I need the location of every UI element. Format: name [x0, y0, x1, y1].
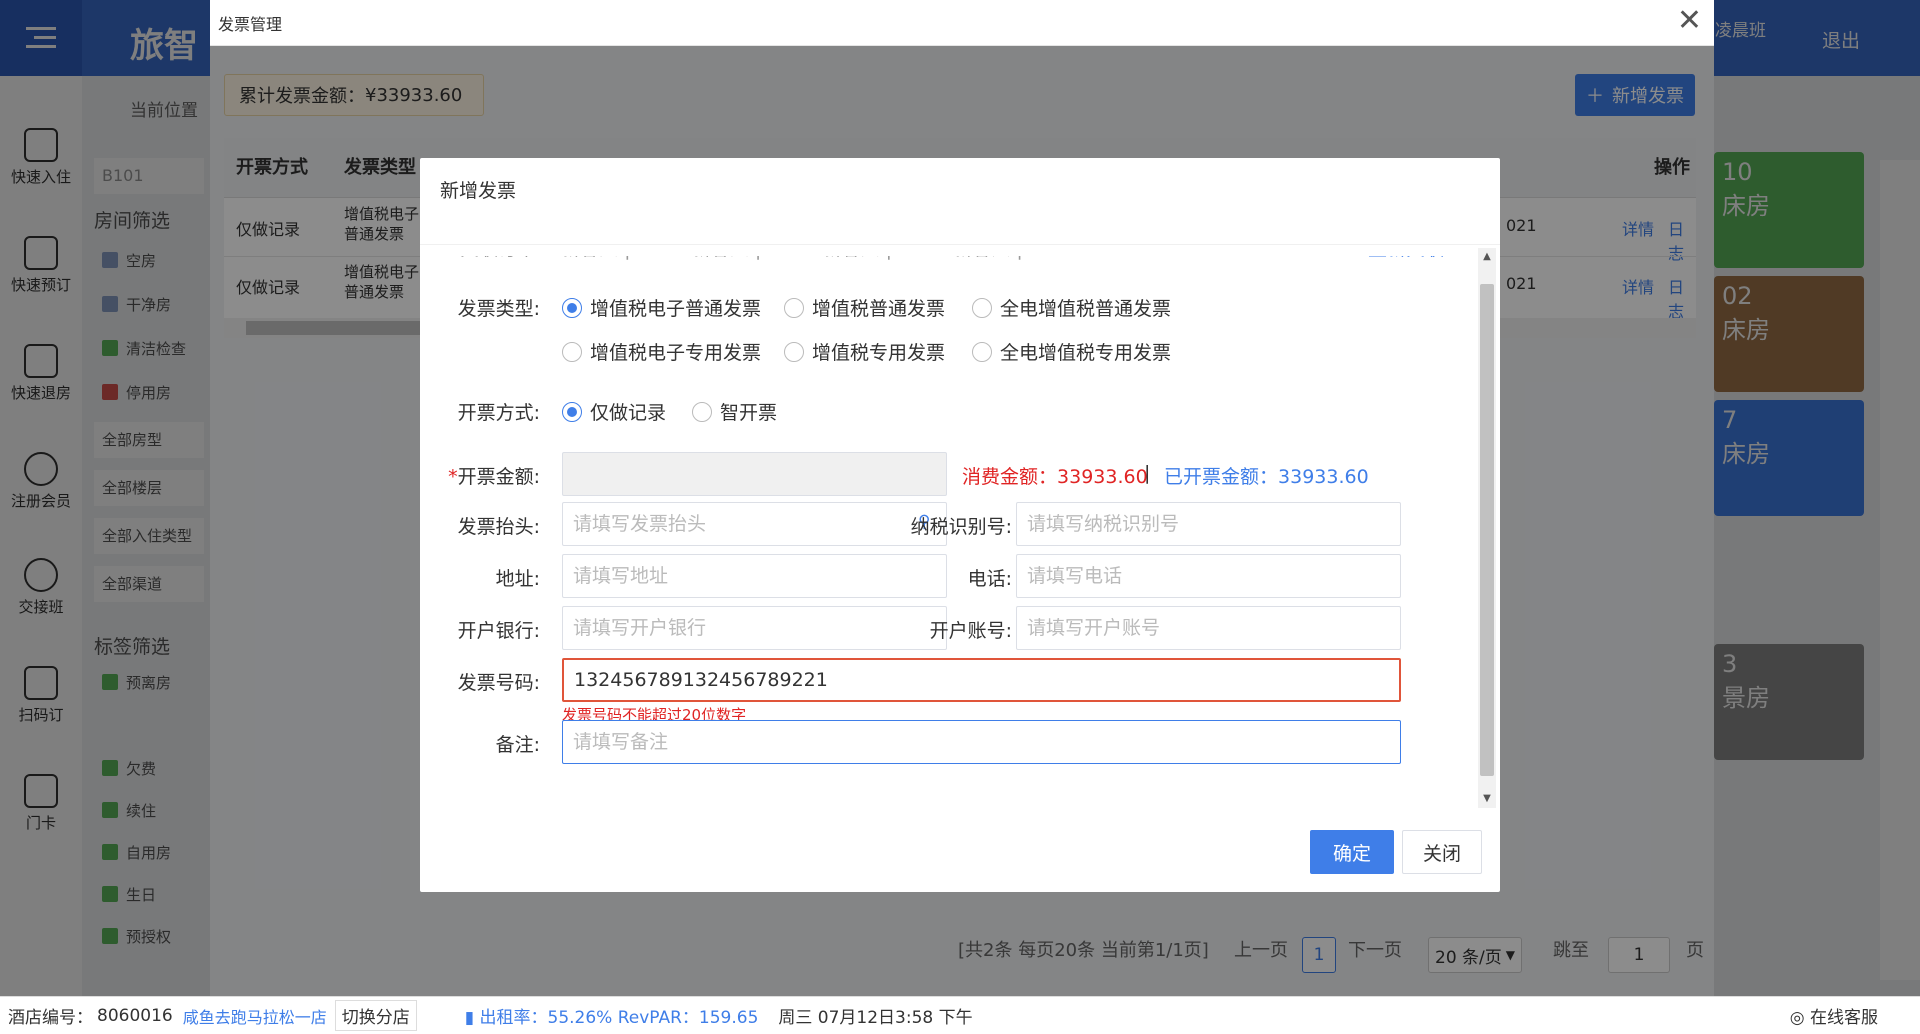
- radio-unchecked-icon: [784, 341, 804, 362]
- consume-amount: 消费金额：33933.60: [962, 462, 1148, 489]
- amount-label-text: 开票金额:: [457, 466, 540, 488]
- tax-id-input[interactable]: [1016, 502, 1401, 546]
- hotel-number-label: 酒店编号：: [8, 1008, 93, 1028]
- datetime: 周三 07月12日3:58 下午: [778, 1008, 973, 1028]
- type-special-radio[interactable]: 增值税专用发票: [784, 338, 945, 365]
- account-label: 开户账号:: [929, 620, 1012, 642]
- tax-id-label: 纳税识别号:: [910, 516, 1012, 538]
- scroll-thumb[interactable]: [1480, 284, 1494, 776]
- chart-icon: ▮: [464, 1008, 480, 1028]
- remark-label: 备注:: [495, 734, 540, 756]
- radio-unchecked-icon: [972, 297, 992, 318]
- modal-title: 新增发票: [440, 180, 517, 202]
- consume-value: 33933.60: [1057, 466, 1148, 488]
- remark-input[interactable]: [562, 720, 1401, 764]
- close-button[interactable]: 关闭: [1402, 830, 1482, 874]
- occupancy-stats: ▮ 出租率：55.26% RevPAR：159.65: [465, 1003, 759, 1028]
- radio-label: 增值税电子普通发票: [590, 298, 762, 320]
- scroll-up-icon[interactable]: ▲: [1478, 248, 1496, 266]
- radio-unchecked-icon: [692, 401, 712, 422]
- switch-branch-button[interactable]: 切换分店: [334, 1000, 417, 1031]
- radio-label: 增值税电子专用发票: [590, 342, 762, 364]
- hotel-number: 8060016: [97, 1005, 173, 1026]
- radio-label: 增值税专用发票: [812, 342, 946, 364]
- body-top-mask: [420, 248, 1480, 256]
- radio-label: 全电增值税专用发票: [1000, 342, 1172, 364]
- type-full-special-radio[interactable]: 全电增值税专用发票: [972, 338, 1171, 365]
- invoice-manage-header: 发票管理 ✕: [210, 0, 1714, 46]
- type-normal-radio[interactable]: 增值税普通发票: [784, 294, 945, 321]
- radio-unchecked-icon: [972, 341, 992, 362]
- radio-label: 智开票: [720, 402, 778, 424]
- invoice-type-label: 发票类型:: [457, 298, 540, 320]
- online-service-link[interactable]: ◎ 在线客服: [1790, 1003, 1878, 1028]
- radio-unchecked-icon: [784, 297, 804, 318]
- amount-label: *开票金额:: [420, 462, 540, 489]
- invoice-number-input[interactable]: [562, 658, 1401, 702]
- required-mark: *: [448, 466, 458, 488]
- confirm-button[interactable]: 确定: [1310, 830, 1394, 874]
- occupancy-text: 出租率：55.26% RevPAR：159.65: [479, 1008, 759, 1028]
- type-full-normal-radio[interactable]: 全电增值税普通发票: [972, 294, 1171, 321]
- amount-separator: |: [1144, 462, 1151, 484]
- invoice-number-label: 发票号码:: [457, 672, 540, 694]
- status-bar: 酒店编号： 8060016 咸鱼去跑马拉松一店 切换分店 ▮ 出租率：55.26…: [0, 996, 1920, 1034]
- radio-label: 增值税普通发票: [812, 298, 946, 320]
- method-record-radio[interactable]: 仅做记录: [562, 398, 666, 425]
- radio-label: 全电增值税普通发票: [1000, 298, 1172, 320]
- radio-checked-icon: [562, 401, 582, 422]
- close-icon[interactable]: ✕: [1677, 6, 1702, 36]
- radio-unchecked-icon: [562, 341, 582, 362]
- add-invoice-modal: 新增发票 关联订单： 新客人 | A112 新客人 | A113 新客人 | A…: [420, 158, 1500, 892]
- phone-input[interactable]: [1016, 554, 1401, 598]
- headset-icon: ◎: [1789, 1008, 1810, 1028]
- modal-divider: [420, 244, 1500, 245]
- modal-body: 关联订单： 新客人 | A112 新客人 | A113 新客人 | A114 新…: [420, 248, 1480, 808]
- radio-label: 仅做记录: [590, 402, 667, 424]
- type-e-normal-radio[interactable]: 增值税电子普通发票: [562, 294, 761, 321]
- amount-input[interactable]: [562, 452, 947, 496]
- hotel-name: 咸鱼去跑马拉松一店: [182, 1007, 327, 1027]
- issued-amount: 已开票金额：33933.60: [1164, 462, 1369, 489]
- method-label: 开票方式:: [457, 402, 540, 424]
- account-input[interactable]: [1016, 606, 1401, 650]
- method-smart-radio[interactable]: 智开票: [692, 398, 777, 425]
- issued-value: 33933.60: [1278, 466, 1369, 488]
- radio-checked-icon: [562, 297, 582, 318]
- scroll-down-icon[interactable]: ▼: [1478, 790, 1496, 808]
- title-label: 发票抬头:: [457, 516, 540, 538]
- type-e-special-radio[interactable]: 增值税电子专用发票: [562, 338, 761, 365]
- issued-label: 已开票金额：: [1164, 466, 1279, 488]
- address-label: 地址:: [495, 568, 540, 590]
- bank-label: 开户银行:: [457, 620, 540, 642]
- online-service-label: 在线客服: [1810, 1008, 1878, 1028]
- modal-vertical-scrollbar[interactable]: ▲ ▼: [1478, 248, 1496, 808]
- consume-label: 消费金额：: [962, 466, 1058, 488]
- phone-label: 电话:: [967, 568, 1012, 590]
- invoice-manage-title: 发票管理: [218, 15, 283, 34]
